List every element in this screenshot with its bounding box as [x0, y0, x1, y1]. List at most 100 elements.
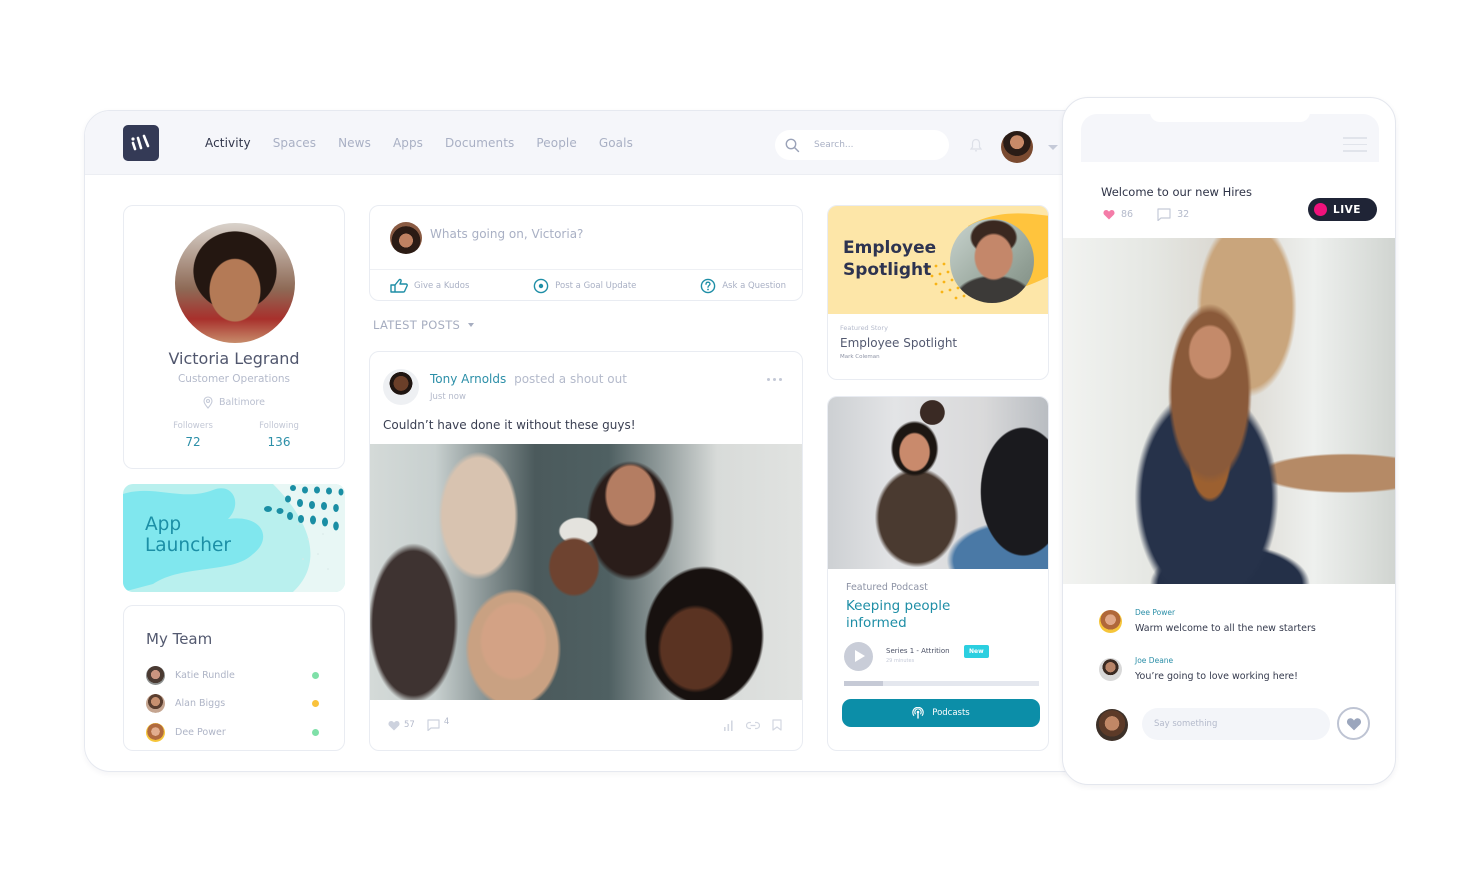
post-secondary-actions: [723, 719, 782, 731]
target-icon: [533, 278, 549, 293]
goal-update-button[interactable]: Post a Goal Update: [533, 278, 636, 294]
analytics-icon[interactable]: [723, 720, 734, 731]
nav-news[interactable]: News: [338, 136, 371, 150]
new-badge: New: [964, 645, 989, 658]
nav-people[interactable]: People: [536, 136, 576, 150]
comment-author[interactable]: Joe Deane: [1135, 656, 1173, 665]
followers-count: 72: [185, 435, 201, 449]
comment-button[interactable]: 4: [427, 717, 449, 731]
heart-icon[interactable]: [1103, 209, 1115, 220]
more-options-icon[interactable]: [767, 378, 782, 381]
spotlight-banner-title: Employee Spotlight: [843, 237, 936, 281]
post-author-avatar[interactable]: [383, 369, 419, 405]
bookmark-icon[interactable]: [772, 719, 782, 731]
member-avatar: [146, 722, 165, 742]
team-member[interactable]: Alan Biggs: [146, 690, 322, 719]
play-icon[interactable]: [844, 642, 873, 671]
like-count: 57: [404, 720, 415, 730]
spotlight-banner: Employee Spotlight: [828, 206, 1048, 314]
comment-avatar[interactable]: [1099, 610, 1122, 633]
user-avatar[interactable]: [1001, 131, 1033, 163]
podcast-duration: 29 minutes: [886, 658, 915, 664]
composer-actions: Give a Kudos Post a Goal Update Ask a Qu…: [390, 269, 786, 300]
main-nav: Activity Spaces News Apps Documents Peop…: [205, 111, 633, 175]
nav-activity[interactable]: Activity: [205, 136, 251, 150]
following-label: Following: [259, 421, 299, 431]
followers-stat[interactable]: Followers 72: [148, 421, 238, 449]
live-like-count: 86: [1121, 209, 1134, 220]
comment-item: Joe Deane You’re going to love working h…: [1099, 656, 1375, 704]
member-name: Katie Rundle: [175, 669, 235, 681]
launcher-title-line1: App: [145, 514, 182, 535]
ask-question-button[interactable]: Ask a Question: [700, 278, 786, 294]
nav-spaces[interactable]: Spaces: [273, 136, 316, 150]
heart-icon[interactable]: [1337, 707, 1370, 740]
live-title: Welcome to our new Hires: [1101, 185, 1252, 199]
status-dot: [312, 671, 319, 679]
desktop-app-window: Activity Spaces News Apps Documents Peop…: [84, 110, 1084, 772]
spotlight-heading[interactable]: Employee Spotlight: [840, 336, 957, 350]
post-footer: 57 4: [388, 715, 782, 735]
give-kudos-label: Give a Kudos: [414, 280, 470, 291]
spotlight-author: Mark Coleman: [840, 354, 880, 360]
nav-documents[interactable]: Documents: [445, 136, 514, 150]
podcasts-button[interactable]: Podcasts: [842, 699, 1040, 727]
goal-update-label: Post a Goal Update: [555, 280, 637, 291]
podcast-title-line1: Keeping people: [846, 598, 951, 614]
podcast-title-line2: informed: [846, 615, 907, 631]
spotlight-banner-line2: Spotlight: [843, 260, 932, 280]
give-kudos-button[interactable]: Give a Kudos: [390, 278, 469, 293]
podcast-icon: [912, 707, 924, 719]
bell-icon[interactable]: [970, 138, 982, 152]
thumbs-up-icon: [390, 278, 408, 293]
podcast-progress-bar[interactable]: [844, 681, 1039, 686]
chevron-down-icon: [468, 323, 475, 327]
my-team-card: My Team Katie Rundle Alan Biggs Dee Powe…: [123, 605, 345, 751]
comment-input[interactable]: [1142, 708, 1330, 740]
post-author-name[interactable]: Tony Arnolds: [430, 372, 506, 386]
composer-input[interactable]: [430, 227, 780, 241]
comment-icon[interactable]: [1157, 208, 1171, 221]
like-button[interactable]: 57: [388, 720, 415, 731]
feed-post: Tony Arnolds posted a shout out Just now…: [369, 351, 803, 751]
employee-spotlight-card[interactable]: Employee Spotlight Featured Story Employ…: [827, 205, 1049, 380]
live-comment-count: 32: [1177, 209, 1190, 220]
comment-avatar[interactable]: [1099, 658, 1122, 681]
post-action: posted a shout out: [514, 372, 627, 386]
mobile-live-view: Welcome to our new Hires 86 32 LIVE Dee …: [1062, 97, 1396, 785]
current-user-avatar: [1096, 709, 1128, 741]
comment-text: You’re going to love working here!: [1135, 671, 1298, 682]
comment-author[interactable]: Dee Power: [1135, 608, 1175, 617]
brand-logo-icon[interactable]: [123, 125, 159, 161]
heart-icon: [388, 720, 400, 730]
link-icon[interactable]: [746, 721, 760, 730]
spotlight-banner-line1: Employee: [843, 238, 937, 258]
live-video[interactable]: [1063, 238, 1395, 584]
comment-icon: [427, 719, 440, 731]
latest-posts-filter[interactable]: LATEST POSTS: [373, 318, 475, 332]
launcher-title: App Launcher: [145, 514, 231, 556]
podcasts-button-label: Podcasts: [932, 708, 970, 718]
profile-name: Victoria Legrand: [168, 349, 300, 368]
featured-podcast-card: Featured Podcast Keeping people informed…: [827, 396, 1049, 751]
member-name: Alan Biggs: [175, 698, 226, 710]
live-dot-icon: [1314, 203, 1327, 216]
search-input[interactable]: [814, 140, 924, 150]
location-pin-icon: [203, 396, 213, 409]
podcast-kicker: Featured Podcast: [846, 582, 928, 593]
podcast-title[interactable]: Keeping people informed: [846, 598, 950, 632]
menu-icon[interactable]: [1343, 137, 1367, 157]
chevron-down-icon[interactable]: [1048, 145, 1058, 150]
following-stat[interactable]: Following 136: [234, 421, 324, 449]
post-composer: Give a Kudos Post a Goal Update Ask a Qu…: [369, 205, 803, 301]
member-avatar: [146, 665, 165, 685]
question-icon: [700, 278, 716, 293]
post-image[interactable]: [370, 444, 802, 700]
team-member[interactable]: Katie Rundle: [146, 661, 322, 690]
app-launcher-card[interactable]: App Launcher: [123, 484, 345, 592]
nav-goals[interactable]: Goals: [599, 136, 633, 150]
nav-apps[interactable]: Apps: [393, 136, 423, 150]
team-member[interactable]: Dee Power: [146, 718, 322, 747]
podcast-image[interactable]: [828, 397, 1048, 569]
post-text: Couldn’t have done it without these guys…: [383, 418, 636, 432]
